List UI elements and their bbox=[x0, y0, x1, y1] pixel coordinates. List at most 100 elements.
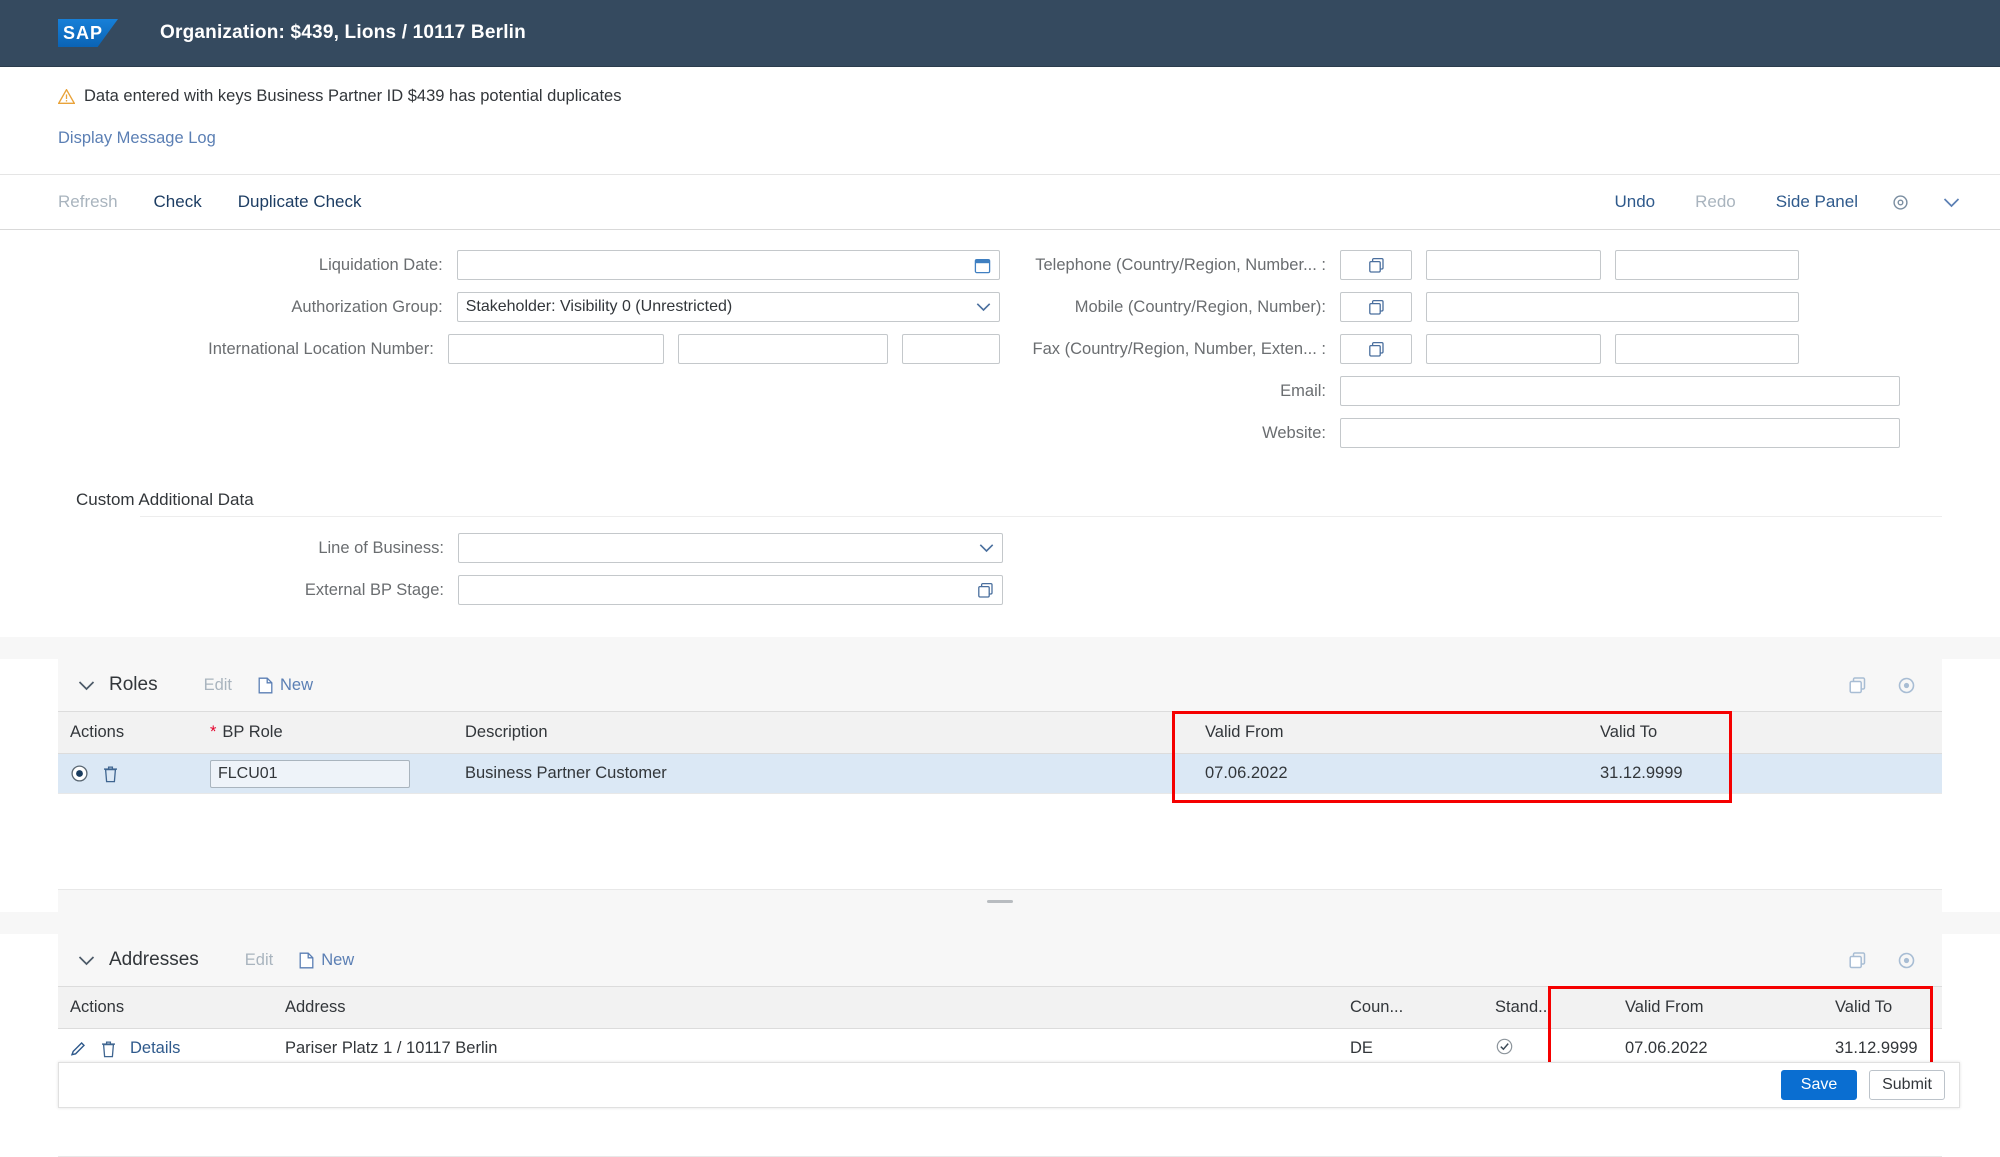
addresses-col-country: Coun... bbox=[1338, 986, 1483, 1029]
addresses-title: Addresses bbox=[109, 949, 199, 970]
roles-col-bp-role-label: BP Role bbox=[222, 723, 283, 741]
chevron-down-icon[interactable] bbox=[78, 680, 95, 691]
field-label: Email: bbox=[1280, 381, 1326, 400]
bp-role-value: FLCU01 bbox=[218, 764, 278, 782]
roles-col-valid-to: Valid To bbox=[1588, 711, 1942, 754]
roles-row-bp-role: FLCU01 bbox=[198, 753, 453, 794]
roles-edit-button[interactable]: Edit bbox=[204, 676, 232, 695]
table-settings-icon[interactable] bbox=[1897, 951, 1916, 970]
bp-role-input[interactable]: FLCU01 bbox=[210, 759, 410, 788]
addresses-header: Addresses Edit New bbox=[58, 934, 1942, 986]
new-document-icon bbox=[299, 952, 314, 969]
roles-edit-label: Edit bbox=[203, 675, 233, 694]
website-input[interactable] bbox=[1340, 418, 1900, 448]
addresses-new-button[interactable]: New bbox=[299, 951, 354, 970]
roles-row-description: Business Partner Customer bbox=[453, 753, 1193, 794]
fax-extension-input[interactable] bbox=[1615, 334, 1799, 364]
delete-icon[interactable] bbox=[101, 1040, 116, 1058]
shell-header: SAP Organization: $439, Lions / 10117 Be… bbox=[0, 0, 2000, 67]
roles-new-button[interactable]: New bbox=[258, 676, 313, 695]
addresses-col-standard: Stand... bbox=[1483, 986, 1613, 1029]
custom-additional-data-title: Custom Additional Data bbox=[76, 490, 254, 509]
sap-logo[interactable]: SAP bbox=[58, 19, 118, 47]
roles-col-bp-role: * BP Role bbox=[198, 711, 453, 754]
toolbar-right-group: Undo Redo Side Panel bbox=[1574, 192, 1960, 212]
field-label: Website: bbox=[1262, 423, 1326, 442]
field-external-bp-stage: External BP Stage: bbox=[58, 569, 1942, 611]
edit-pencil-icon[interactable] bbox=[70, 1040, 87, 1057]
roles-col-actions: Actions bbox=[58, 711, 198, 754]
roles-table-empty-area bbox=[58, 794, 1942, 890]
new-document-icon bbox=[258, 677, 273, 694]
line-of-business-select[interactable] bbox=[458, 533, 1003, 563]
calendar-icon[interactable] bbox=[974, 257, 991, 274]
roles-table: Actions * BP Role Description Valid From … bbox=[58, 711, 1942, 794]
telephone-extension-input[interactable] bbox=[1615, 250, 1799, 280]
mobile-country-valuehelp[interactable] bbox=[1340, 292, 1412, 322]
telephone-country-valuehelp[interactable] bbox=[1340, 250, 1412, 280]
field-label: Fax (Country/Region, Number, Exten... : bbox=[1032, 339, 1326, 358]
duplicate-warning: Data entered with keys Business Partner … bbox=[58, 87, 2000, 106]
app-window: SAP Organization: $439, Lions / 10117 Be… bbox=[0, 0, 2000, 1157]
block-gap bbox=[0, 912, 2000, 934]
addresses-col-valid-from: Valid From bbox=[1613, 986, 1823, 1029]
standard-address-checkbox[interactable] bbox=[1495, 1038, 1514, 1060]
table-settings-icon[interactable] bbox=[1897, 676, 1916, 695]
table-row[interactable]: FLCU01 Business Partner Customer 07.06.2… bbox=[58, 753, 1942, 794]
delete-icon[interactable] bbox=[103, 765, 118, 783]
refresh-button[interactable]: Refresh bbox=[58, 192, 118, 212]
page-title: Organization: $439, Lions / 10117 Berlin bbox=[160, 22, 526, 43]
addresses-col-address: Address bbox=[273, 986, 1338, 1029]
chevron-down-icon[interactable] bbox=[78, 955, 95, 966]
roles-title: Roles bbox=[109, 674, 158, 695]
iln-part3-input[interactable] bbox=[902, 334, 1000, 364]
undo-button[interactable]: Undo bbox=[1614, 192, 1655, 212]
settings-gear-icon[interactable] bbox=[1892, 194, 1909, 211]
save-button[interactable]: Save bbox=[1781, 1070, 1857, 1100]
panel-gap bbox=[0, 637, 2000, 659]
row-select-radio[interactable] bbox=[70, 764, 89, 783]
field-email: Email: bbox=[1000, 370, 1942, 412]
required-asterisk: * bbox=[210, 723, 217, 741]
check-button[interactable]: Check bbox=[154, 192, 202, 212]
roles-new-label: New bbox=[280, 675, 314, 694]
message-area: Data entered with keys Business Partner … bbox=[0, 67, 2000, 174]
addresses-header-actions bbox=[1818, 951, 1942, 970]
submit-button[interactable]: Submit bbox=[1869, 1070, 1945, 1100]
email-input[interactable] bbox=[1340, 376, 1900, 406]
field-label: Mobile (Country/Region, Number): bbox=[1074, 297, 1326, 316]
duplicate-check-button[interactable]: Duplicate Check bbox=[238, 192, 362, 212]
display-message-log-link[interactable]: Display Message Log bbox=[58, 129, 216, 148]
value-help-icon[interactable] bbox=[977, 582, 994, 599]
addresses-col-actions: Actions bbox=[58, 986, 273, 1029]
form-area: Liquidation Date: Authorization Group: S… bbox=[58, 230, 1942, 476]
action-toolbar: Refresh Check Duplicate Check Undo Redo … bbox=[0, 174, 2000, 230]
copy-icon[interactable] bbox=[1848, 676, 1867, 695]
roles-table-resize-handle[interactable] bbox=[58, 890, 1942, 912]
liquidation-date-input[interactable] bbox=[456, 250, 1000, 280]
fax-number-input[interactable] bbox=[1426, 334, 1601, 364]
telephone-number-input[interactable] bbox=[1426, 250, 1601, 280]
footer-bar: Save Submit bbox=[58, 1062, 1960, 1108]
chevron-down-icon[interactable] bbox=[1943, 197, 1960, 208]
warning-icon bbox=[58, 89, 75, 104]
redo-button[interactable]: Redo bbox=[1695, 192, 1736, 212]
iln-part1-input[interactable] bbox=[447, 334, 665, 364]
roles-col-valid-from: Valid From bbox=[1193, 711, 1588, 754]
external-bp-stage-input[interactable] bbox=[458, 575, 1003, 605]
iln-part2-input[interactable] bbox=[678, 334, 889, 364]
authorization-group-select[interactable]: Stakeholder: Visibility 0 (Unrestricted) bbox=[456, 292, 1000, 322]
roles-table-header-row: Actions * BP Role Description Valid From … bbox=[58, 711, 1942, 754]
chevron-down-icon[interactable] bbox=[979, 543, 994, 553]
roles-section: Roles Edit New Actions * BP Role Descrip… bbox=[58, 659, 1942, 912]
address-details-link[interactable]: Details bbox=[130, 1039, 180, 1058]
side-panel-button[interactable]: Side Panel bbox=[1776, 192, 1858, 212]
addresses-edit-button[interactable]: Edit bbox=[245, 951, 273, 970]
chevron-down-icon[interactable] bbox=[976, 302, 991, 312]
field-label: Telephone (Country/Region, Number... : bbox=[1035, 255, 1326, 274]
copy-icon[interactable] bbox=[1848, 951, 1867, 970]
fax-country-valuehelp[interactable] bbox=[1340, 334, 1412, 364]
mobile-number-input[interactable] bbox=[1426, 292, 1799, 322]
field-label: Liquidation Date: bbox=[318, 255, 443, 274]
field-line-of-business: Line of Business: bbox=[58, 527, 1942, 569]
